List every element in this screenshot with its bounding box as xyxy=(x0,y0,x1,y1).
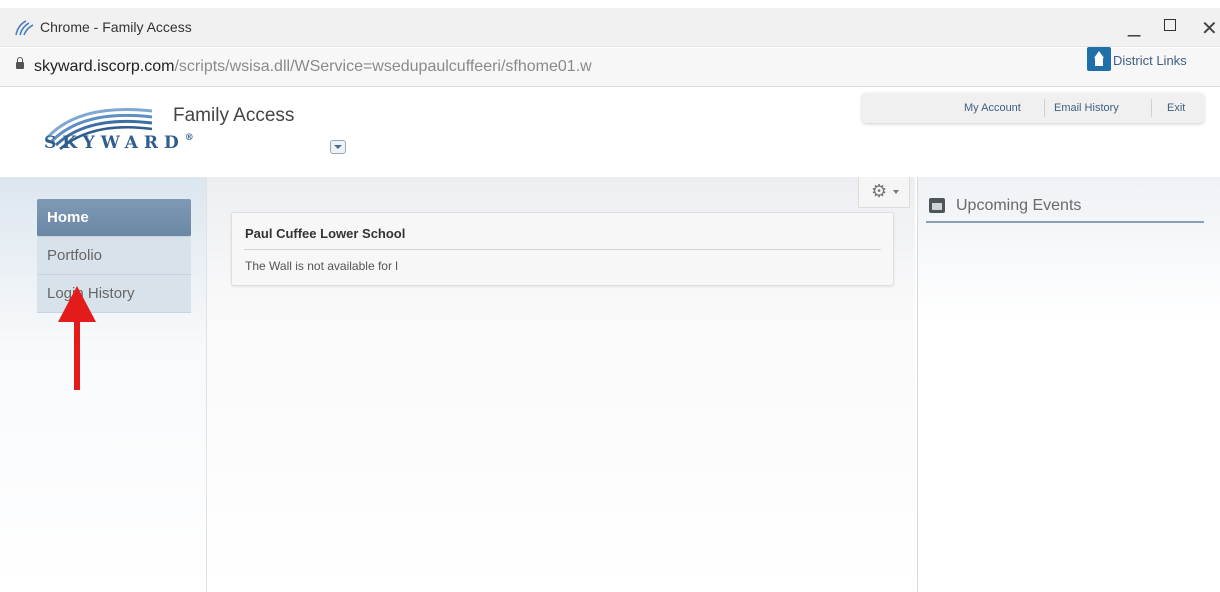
divider xyxy=(1044,99,1045,117)
url-text[interactable]: skyward.iscorp.com/scripts/wsisa.dll/WSe… xyxy=(34,58,592,76)
sidebar-item-home[interactable]: Home xyxy=(37,199,191,237)
red-arrow-annotation xyxy=(58,286,96,390)
skyward-registered-mark: ® xyxy=(184,133,194,143)
exit-link[interactable]: Exit xyxy=(1167,102,1185,114)
upcoming-events-title: Upcoming Events xyxy=(956,197,1082,214)
wall-message: The Wall is not available for l xyxy=(245,259,398,273)
gear-icon: ⚙ xyxy=(871,181,888,201)
settings-menu-button[interactable]: ⚙ xyxy=(858,177,910,208)
window-title: Chrome - Family Access xyxy=(40,19,192,35)
address-bar[interactable]: skyward.iscorp.com/scripts/wsisa.dll/WSe… xyxy=(0,48,1220,87)
chevron-down-icon[interactable] xyxy=(330,140,346,154)
close-button[interactable]: ✕ xyxy=(1201,16,1218,41)
school-name: Paul Cuffee Lower School xyxy=(245,226,406,241)
app-header: SKYWARD® Family Access My Account Email … xyxy=(0,87,1220,175)
email-history-link[interactable]: Email History xyxy=(1054,102,1119,114)
chrome-app-icon xyxy=(15,20,34,36)
divider xyxy=(926,221,1204,223)
window-titlebar: Chrome - Family Access _ ✕ xyxy=(0,8,1220,47)
my-account-link[interactable]: My Account xyxy=(964,102,1021,114)
url-host: skyward.iscorp.com xyxy=(34,58,175,75)
divider xyxy=(244,249,881,250)
district-links-link[interactable]: District Links xyxy=(1113,53,1187,68)
skyward-logo-wordmark: SKYWARD xyxy=(44,133,185,153)
district-building-icon[interactable] xyxy=(1087,47,1111,71)
url-path: /scripts/wsisa.dll/WService=wsedupaulcuf… xyxy=(174,58,592,75)
sidebar-item-portfolio[interactable]: Portfolio xyxy=(37,237,191,275)
maximize-button[interactable] xyxy=(1164,19,1176,31)
lock-icon xyxy=(16,57,24,69)
minimize-button[interactable]: _ xyxy=(1128,12,1140,38)
events-panel xyxy=(917,177,1220,592)
app-name: Family Access xyxy=(173,105,295,126)
caret-down-icon xyxy=(893,190,899,194)
wall-card: Paul Cuffee Lower School The Wall is not… xyxy=(231,212,894,286)
skyward-logo-text: SKYWARD® xyxy=(44,133,194,153)
calendar-icon xyxy=(929,198,945,213)
account-toolbar: My Account Email History Exit xyxy=(862,93,1204,123)
divider xyxy=(1151,99,1152,117)
